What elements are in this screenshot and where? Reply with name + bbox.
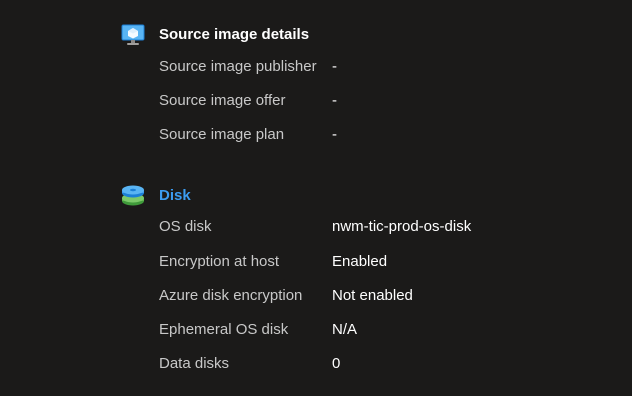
detail-label: Data disks (159, 355, 230, 372)
detail-label: Source image plan (159, 126, 285, 143)
disk-icon (120, 183, 148, 209)
detail-value: N/A (332, 321, 358, 338)
vm-image-icon (120, 22, 148, 48)
os-disk-value: nwm-tic-prod-os-disk (332, 218, 472, 235)
detail-label: Source image offer (159, 92, 286, 109)
detail-value: - (332, 126, 337, 143)
detail-value: - (332, 92, 337, 109)
detail-label: Ephemeral OS disk (159, 321, 289, 338)
disk-section-header: Disk (120, 183, 191, 209)
detail-value: Not enabled (332, 287, 413, 304)
detail-label: Source image publisher (159, 58, 317, 75)
source-image-section-header: Source image details (120, 22, 309, 48)
detail-label: Azure disk encryption (159, 287, 303, 304)
detail-value: 0 (332, 355, 341, 372)
detail-value: Enabled (332, 253, 388, 270)
detail-label: OS disk (159, 218, 212, 235)
source-image-title: Source image details (159, 26, 310, 43)
detail-value: - (332, 58, 337, 75)
disk-section-link[interactable]: Disk (159, 183, 191, 209)
detail-label: Encryption at host (159, 253, 280, 270)
